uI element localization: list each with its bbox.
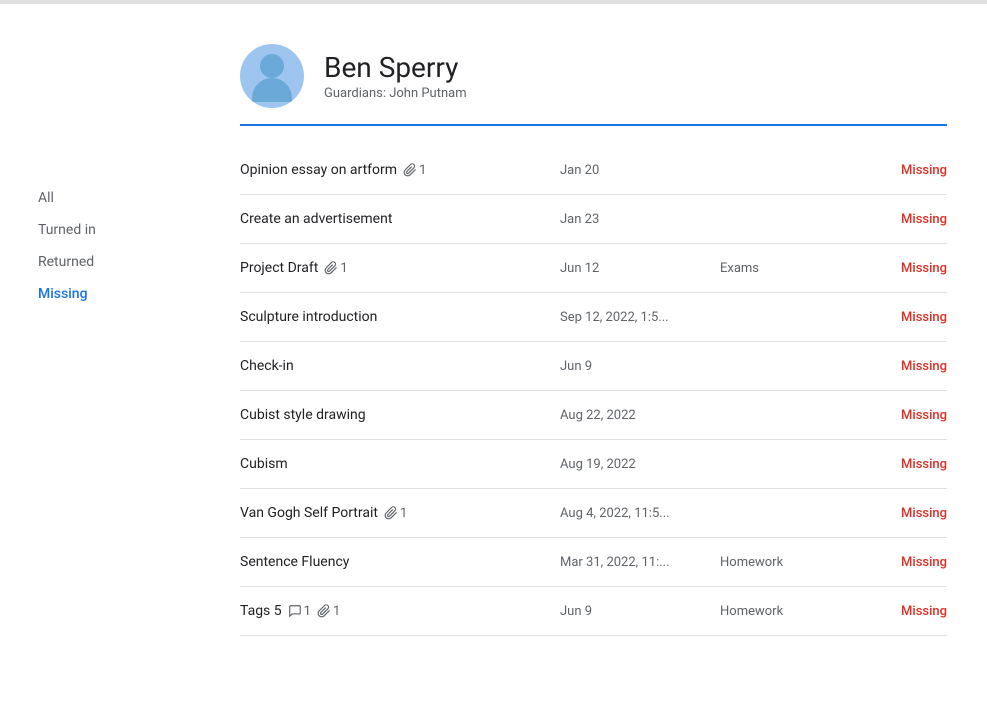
assignment-date: Jan 20 [560,163,720,178]
assignment-status: Missing [867,163,947,178]
profile-info: Ben Sperry Guardians: John Putnam [324,51,467,102]
assignment-date: Aug 4, 2022, 11:5... [560,506,720,521]
assignment-status: Missing [867,212,947,227]
sidebar-item-returned[interactable]: Returned [30,248,200,276]
assignment-title-text: Opinion essay on artform [240,162,397,178]
assignment-title-text: Sculpture introduction [240,309,377,325]
assignment-title-text: Check-in [240,358,294,374]
assignment-status: Missing [867,310,947,325]
sidebar-item-all[interactable]: All [30,184,200,212]
assignment-status: Missing [867,555,947,570]
assignment-title-text: Van Gogh Self Portrait [240,505,378,521]
table-row[interactable]: Check-in Jun 9 Missing [240,342,947,391]
assignment-title: Check-in [240,358,560,374]
avatar-inner [240,44,304,108]
assignment-category: Homework [720,604,867,619]
avatar [240,44,304,108]
assignment-title: Cubist style drawing [240,407,560,423]
attachment-icon: 1 [324,261,347,276]
profile-section: Ben Sperry Guardians: John Putnam Opinio… [200,24,987,636]
table-row[interactable]: Opinion essay on artform 1 Jan 20 Missing [240,146,947,195]
avatar-body [252,78,292,102]
assignment-status: Missing [867,261,947,276]
assignment-title: Cubism [240,456,560,472]
attachment-icon: 1 [384,506,407,521]
assignment-date: Jun 12 [560,261,720,276]
assignment-title-text: Create an advertisement [240,211,392,227]
assignment-status: Missing [867,506,947,521]
assignment-title: Create an advertisement [240,211,560,227]
assignment-title-text: Sentence Fluency [240,554,349,570]
attachment-icon: 1 [403,163,426,178]
assignment-date: Mar 31, 2022, 11:... [560,555,720,570]
assignment-list: Opinion essay on artform1Jan 20MissingCr… [240,146,947,636]
sidebar-item-missing[interactable]: Missing [30,280,200,308]
assignment-category: Homework [720,555,867,570]
comment-icon: 1 [288,604,311,619]
assignment-category: Exams [720,261,867,276]
assignment-date: Jun 9 [560,359,720,374]
assignment-date: Jun 9 [560,604,720,619]
profile-guardians: Guardians: John Putnam [324,86,467,101]
assignment-title-text: Cubism [240,456,288,472]
assignment-title: Tags 5 11 [240,603,560,619]
table-row[interactable]: Cubism Aug 19, 2022 Missing [240,440,947,489]
table-row[interactable]: Sculpture introduction Sep 12, 2022, 1:5.… [240,293,947,342]
assignment-date: Aug 19, 2022 [560,457,720,472]
assignment-title: Van Gogh Self Portrait 1 [240,505,560,521]
assignment-title-text: Project Draft [240,260,318,276]
assignment-date: Sep 12, 2022, 1:5... [560,310,720,325]
assignment-date: Aug 22, 2022 [560,408,720,423]
sidebar: All Turned in Returned Missing [0,24,200,636]
profile-name: Ben Sperry [324,51,467,85]
assignment-title-text: Cubist style drawing [240,407,366,423]
table-row[interactable]: Van Gogh Self Portrait 1 Aug 4, 2022, 11:5… [240,489,947,538]
assignment-status: Missing [867,408,947,423]
assignment-title: Sculpture introduction [240,309,560,325]
table-row[interactable]: Tags 5 11 Jun 9HomeworkMissing [240,587,947,636]
profile-header: Ben Sperry Guardians: John Putnam [240,44,947,126]
attachment-icon: 1 [317,604,340,619]
table-row[interactable]: Create an advertisement Jan 23 Missing [240,195,947,244]
table-row[interactable]: Cubist style drawing Aug 22, 2022 Missing [240,391,947,440]
assignment-title: Sentence Fluency [240,554,560,570]
assignment-status: Missing [867,359,947,374]
assignment-title: Project Draft 1 [240,260,560,276]
assignment-status: Missing [867,604,947,619]
table-row[interactable]: Project Draft 1 Jun 12ExamsMissing [240,244,947,293]
avatar-head [260,54,284,78]
table-row[interactable]: Sentence Fluency Mar 31, 2022, 11:...Home… [240,538,947,587]
assignment-title: Opinion essay on artform 1 [240,162,560,178]
assignment-status: Missing [867,457,947,472]
main-container: All Turned in Returned Missing Ben Sperry G… [0,4,987,636]
assignment-date: Jan 23 [560,212,720,227]
sidebar-item-turned-in[interactable]: Turned in [30,216,200,244]
assignment-title-text: Tags 5 [240,603,282,619]
